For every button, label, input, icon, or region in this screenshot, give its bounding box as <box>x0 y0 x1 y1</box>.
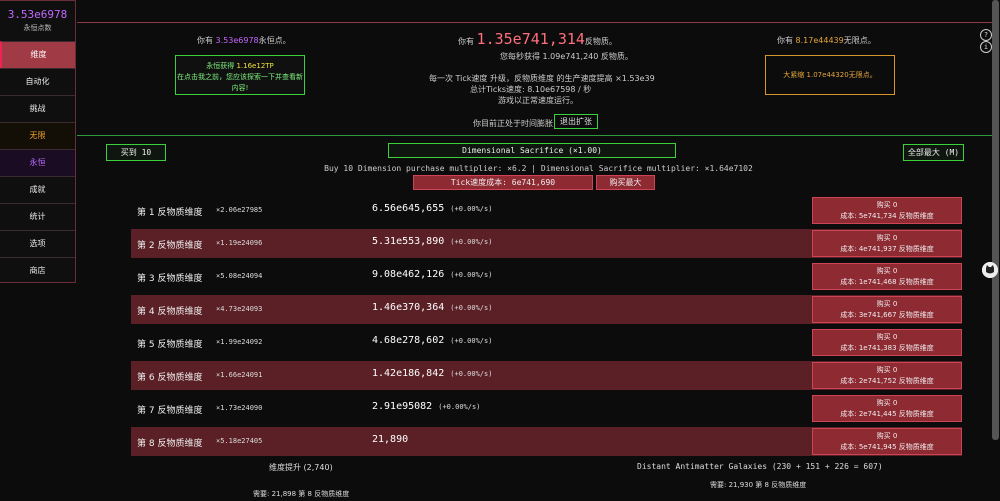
dimension-buy-button[interactable]: 购买 0 成本: 2e741,752 反物质维度 <box>812 362 962 389</box>
eternity-points-value: 3.53e6978 <box>7 8 68 21</box>
dimension-boost-title: 维度提升 (2,740) <box>269 463 333 472</box>
dimension-name: 第 5 反物质维度 <box>137 340 203 350</box>
dimension-buy-button[interactable]: 购买 0 成本: 2e741,445 反物质维度 <box>812 395 962 422</box>
dimension-name: 第 7 反物质维度 <box>137 406 203 416</box>
top-divider <box>77 22 995 23</box>
dimension-row: 第 5 反物质维度 ×1.99e24092 4.68e278,602 (+0.00%… <box>131 328 962 357</box>
dimension-multiplier: ×1.19e24096 <box>216 239 263 247</box>
dimension-name: 第 4 反物质维度 <box>137 307 203 317</box>
dimension-buy-button[interactable]: 购买 0 成本: 3e741,667 反物质维度 <box>812 296 962 323</box>
scrollbar[interactable] <box>992 0 999 440</box>
dimension-buy-button[interactable]: 购买 0 成本: 1e741,383 反物质维度 <box>812 329 962 356</box>
dimension-name: 第 6 反物质维度 <box>137 373 203 383</box>
dimension-name: 第 1 反物质维度 <box>137 208 203 218</box>
help-icon[interactable]: ? <box>980 29 992 41</box>
dimension-amount: 9.08e462,126 (+0.00%/s) <box>372 269 493 280</box>
dimension-rate: (+0.00%/s) <box>450 304 493 312</box>
dimension-row: 第 4 反物质维度 ×4.73e24093 1.46e370,364 (+0.00%… <box>131 295 962 324</box>
dimension-rate: (+0.00%/s) <box>438 403 481 411</box>
main-panel: 你有 3.53e6978永恒点。 你有 1.35e741,314反物质。 您每秒… <box>77 0 1000 501</box>
dimension-multiplier: ×2.06e27985 <box>216 206 263 214</box>
dimension-multiplier: ×1.73e24090 <box>216 404 263 412</box>
antimatter-galaxies-title: Distant Antimatter Galaxies (230 + 151 +… <box>637 462 883 471</box>
dimension-buy-button[interactable]: 购买 0 成本: 5e741,734 反物质维度 <box>812 197 962 224</box>
dimension-rate: (+0.00%/s) <box>450 370 493 378</box>
sidebar-item-dimensions[interactable]: 维度 <box>0 41 75 68</box>
sidebar-item-infinity[interactable]: 无限 <box>0 122 75 149</box>
buy-until-10-button[interactable]: 买到 10 <box>106 144 166 161</box>
eternity-button[interactable]: 永恒获得 1.16e12TP 在点击我之前，您应该探索一下并查看新内容! <box>175 55 305 95</box>
sidebar-item-options[interactable]: 选项 <box>0 230 75 257</box>
dimension-row: 第 1 反物质维度 ×2.06e27985 6.56e645,655 (+0.00%… <box>131 196 962 225</box>
dimension-amount: 6.56e645,655 (+0.00%/s) <box>372 203 493 214</box>
dimension-rate: (+0.00%/s) <box>450 238 493 246</box>
dimension-rate: (+0.00%/s) <box>450 337 493 345</box>
dimension-row: 第 6 反物质维度 ×1.66e24091 1.42e186,842 (+0.00%… <box>131 361 962 390</box>
dimension-row: 第 8 反物质维度 ×5.18e27405 21,890 购买 0 成本: 5e741… <box>131 427 962 456</box>
dimension-amount: 21,890 <box>372 434 409 445</box>
antimatter-galaxies-requirement: 需要: 21,930 第 8 反物质维度 <box>710 481 807 489</box>
dimension-amount: 1.46e370,364 (+0.00%/s) <box>372 302 493 313</box>
sidebar-item-eternity[interactable]: 永恒 <box>0 149 75 176</box>
middle-divider <box>77 135 995 136</box>
dimension-name: 第 8 反物质维度 <box>137 439 203 449</box>
github-cat-glyph <box>982 262 998 278</box>
sidebar-item-shop[interactable]: 商店 <box>0 257 75 284</box>
multiplier-info: Buy 10 Dimension purchase multiplier: ×6… <box>324 164 753 173</box>
dimension-name: 第 3 反物质维度 <box>137 274 203 284</box>
dimension-row: 第 3 反物质维度 ×5.08e24094 9.08e462,126 (+0.00%… <box>131 262 962 291</box>
dimension-multiplier: ×5.08e24094 <box>216 272 263 280</box>
dimension-multiplier: ×1.99e24092 <box>216 338 263 346</box>
antimatter-rate: 您每秒获得 1.09e741,240 反物质。 <box>500 52 633 61</box>
dimension-rate: (+0.00%/s) <box>450 205 493 213</box>
sidebar: 3.53e6978 永恒点数 维度 自动化 挑战 无限 永恒 成就 统计 选项 … <box>0 0 76 283</box>
sidebar-item-achievements[interactable]: 成就 <box>0 176 75 203</box>
dimension-name: 第 2 反物质维度 <box>137 241 203 251</box>
eternity-points-header: 你有 3.53e6978永恒点。 <box>197 36 291 45</box>
dimension-buy-button[interactable]: 购买 0 成本: 5e741,945 反物质维度 <box>812 428 962 455</box>
dimension-amount: 2.91e95082 (+0.00%/s) <box>372 401 481 412</box>
dimension-buy-button[interactable]: 购买 0 成本: 4e741,937 反物质维度 <box>812 230 962 257</box>
ticks-speed-info: 总计Ticks速度: 8.10e67598 / 秒 <box>470 85 592 94</box>
dilation-status: 你目前正处于时间膨胀 <box>473 119 553 128</box>
antimatter-value: 1.35e741,314 <box>476 30 585 48</box>
dimension-multiplier: ×4.73e24093 <box>216 305 263 313</box>
info-icon[interactable]: i <box>980 41 992 53</box>
infinity-points-header: 你有 8.17e44439无限点。 <box>777 36 876 45</box>
dimension-boost-requirement: 需要: 21,898 第 8 反物质维度 <box>253 490 350 498</box>
dimensional-sacrifice-button[interactable]: Dimensional Sacrifice (×1.00) <box>388 143 676 158</box>
dimension-row: 第 2 反物质维度 ×1.19e24096 5.31e553,890 (+0.00%… <box>131 229 962 258</box>
dimension-multiplier: ×1.66e24091 <box>216 371 263 379</box>
dimension-rate: (+0.00%/s) <box>450 271 493 279</box>
sidebar-item-automation[interactable]: 自动化 <box>0 68 75 95</box>
dimension-multiplier: ×5.18e27405 <box>216 437 263 445</box>
dimension-amount: 1.42e186,842 (+0.00%/s) <box>372 368 493 379</box>
dimension-buy-button[interactable]: 购买 0 成本: 1e741,468 反物质维度 <box>812 263 962 290</box>
dimension-amount: 5.31e553,890 (+0.00%/s) <box>372 236 493 247</box>
exit-dilation-button[interactable]: 退出扩张 <box>554 114 598 129</box>
dimension-amount: 4.68e278,602 (+0.00%/s) <box>372 335 493 346</box>
eternity-points-label: 永恒点数 <box>23 24 52 32</box>
big-crunch-button[interactable]: 大紧缩 1.07e44320无限点。 <box>765 55 895 95</box>
tick-multiplier-info: 每一次 Tick速度 升级，反物质维度 的生产速度提高 ×1.53e39 <box>429 74 655 83</box>
tickspeed-buy-max-button[interactable]: 购买最大 <box>596 175 655 190</box>
sidebar-item-challenges[interactable]: 挑战 <box>0 95 75 122</box>
dimension-row: 第 7 反物质维度 ×1.73e24090 2.91e95082 (+0.00%/s… <box>131 394 962 423</box>
github-cat-icon[interactable] <box>982 262 998 278</box>
antimatter-header: 你有 1.35e741,314反物质。 <box>458 30 617 48</box>
tickspeed-buy-button[interactable]: Tick速度成本: 6e741,690 <box>413 175 593 190</box>
max-all-button[interactable]: 全部最大 (M) <box>903 144 964 161</box>
game-speed-info: 游戏以正常速度运行。 <box>498 96 578 105</box>
eternity-points-display: 3.53e6978 永恒点数 <box>0 1 75 41</box>
sidebar-item-statistics[interactable]: 统计 <box>0 203 75 230</box>
